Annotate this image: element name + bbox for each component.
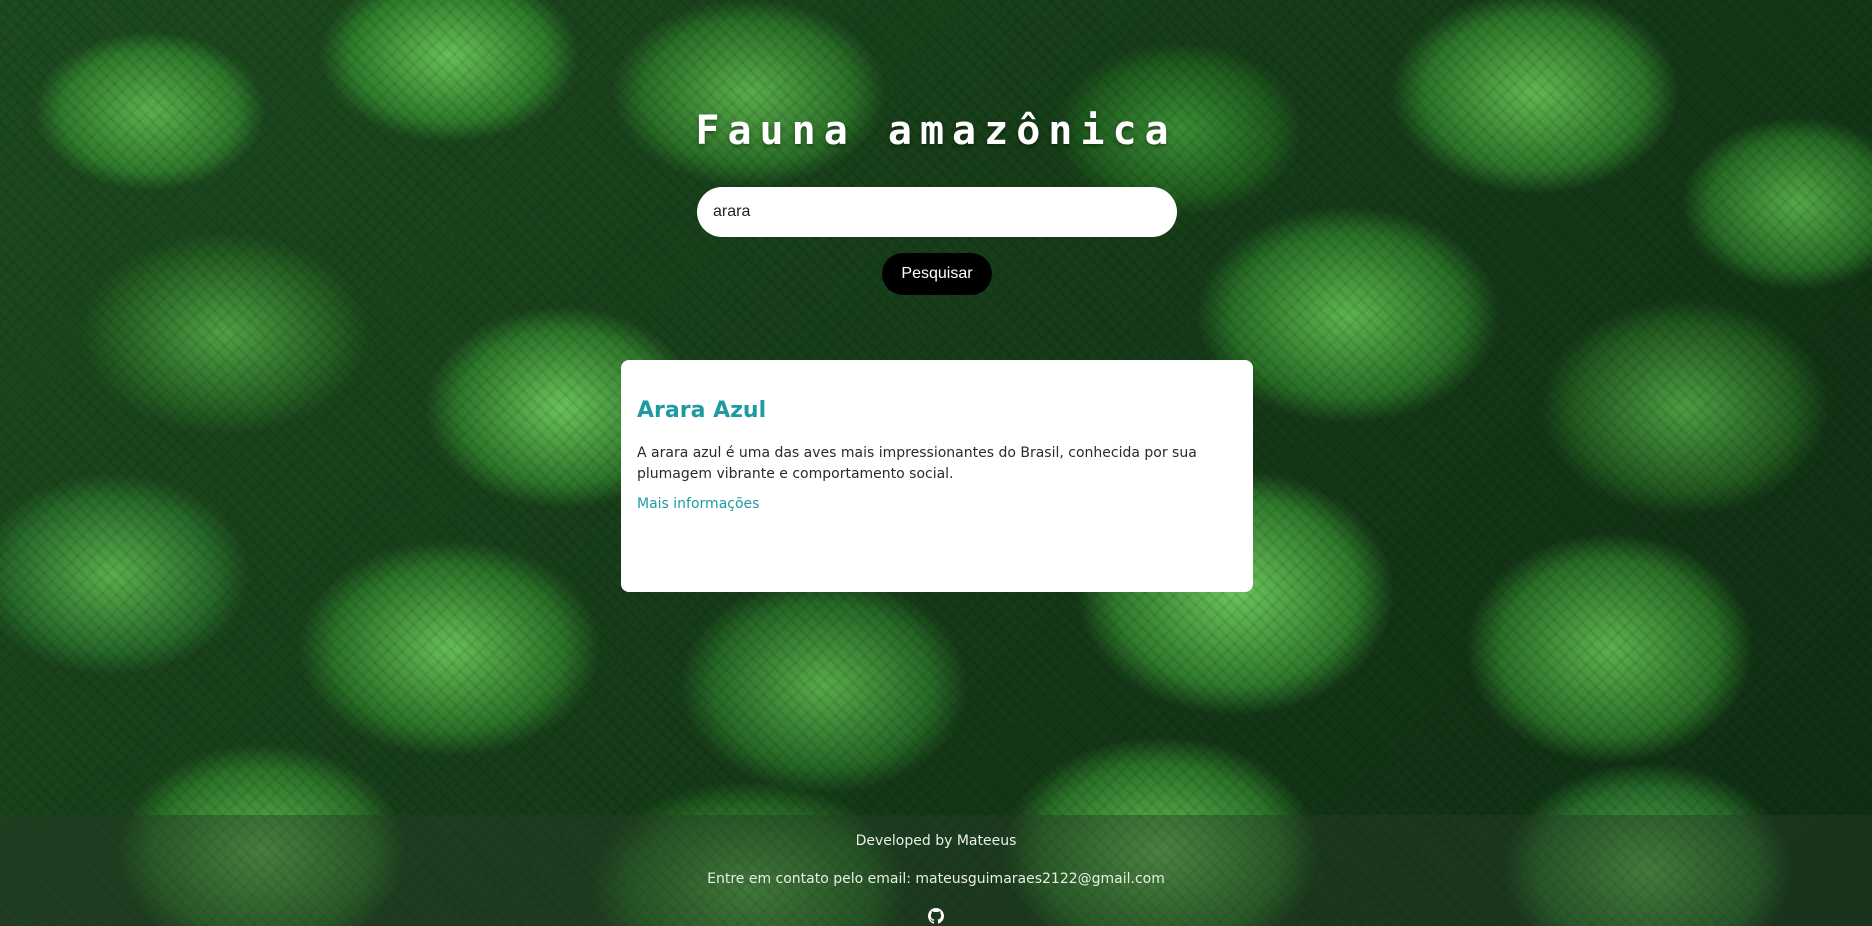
more-info-link[interactable]: Mais informações [637,496,759,512]
search-button[interactable]: Pesquisar [882,253,992,295]
page-title: Fauna amazônica [695,108,1177,154]
result-description: A arara azul é uma das aves mais impress… [637,445,1197,482]
github-icon[interactable] [928,908,944,924]
footer-contact-email: Entre em contato pelo email: mateusguima… [707,871,1165,887]
result-card: Arara Azul A arara azul é uma das aves m… [621,360,1253,592]
search-input[interactable] [697,187,1177,237]
result-title: Arara Azul [637,398,767,423]
footer-developed-by: Developed by Mateeus [855,833,1017,849]
footer: Developed by Mateeus Entre em contato pe… [0,815,1872,926]
